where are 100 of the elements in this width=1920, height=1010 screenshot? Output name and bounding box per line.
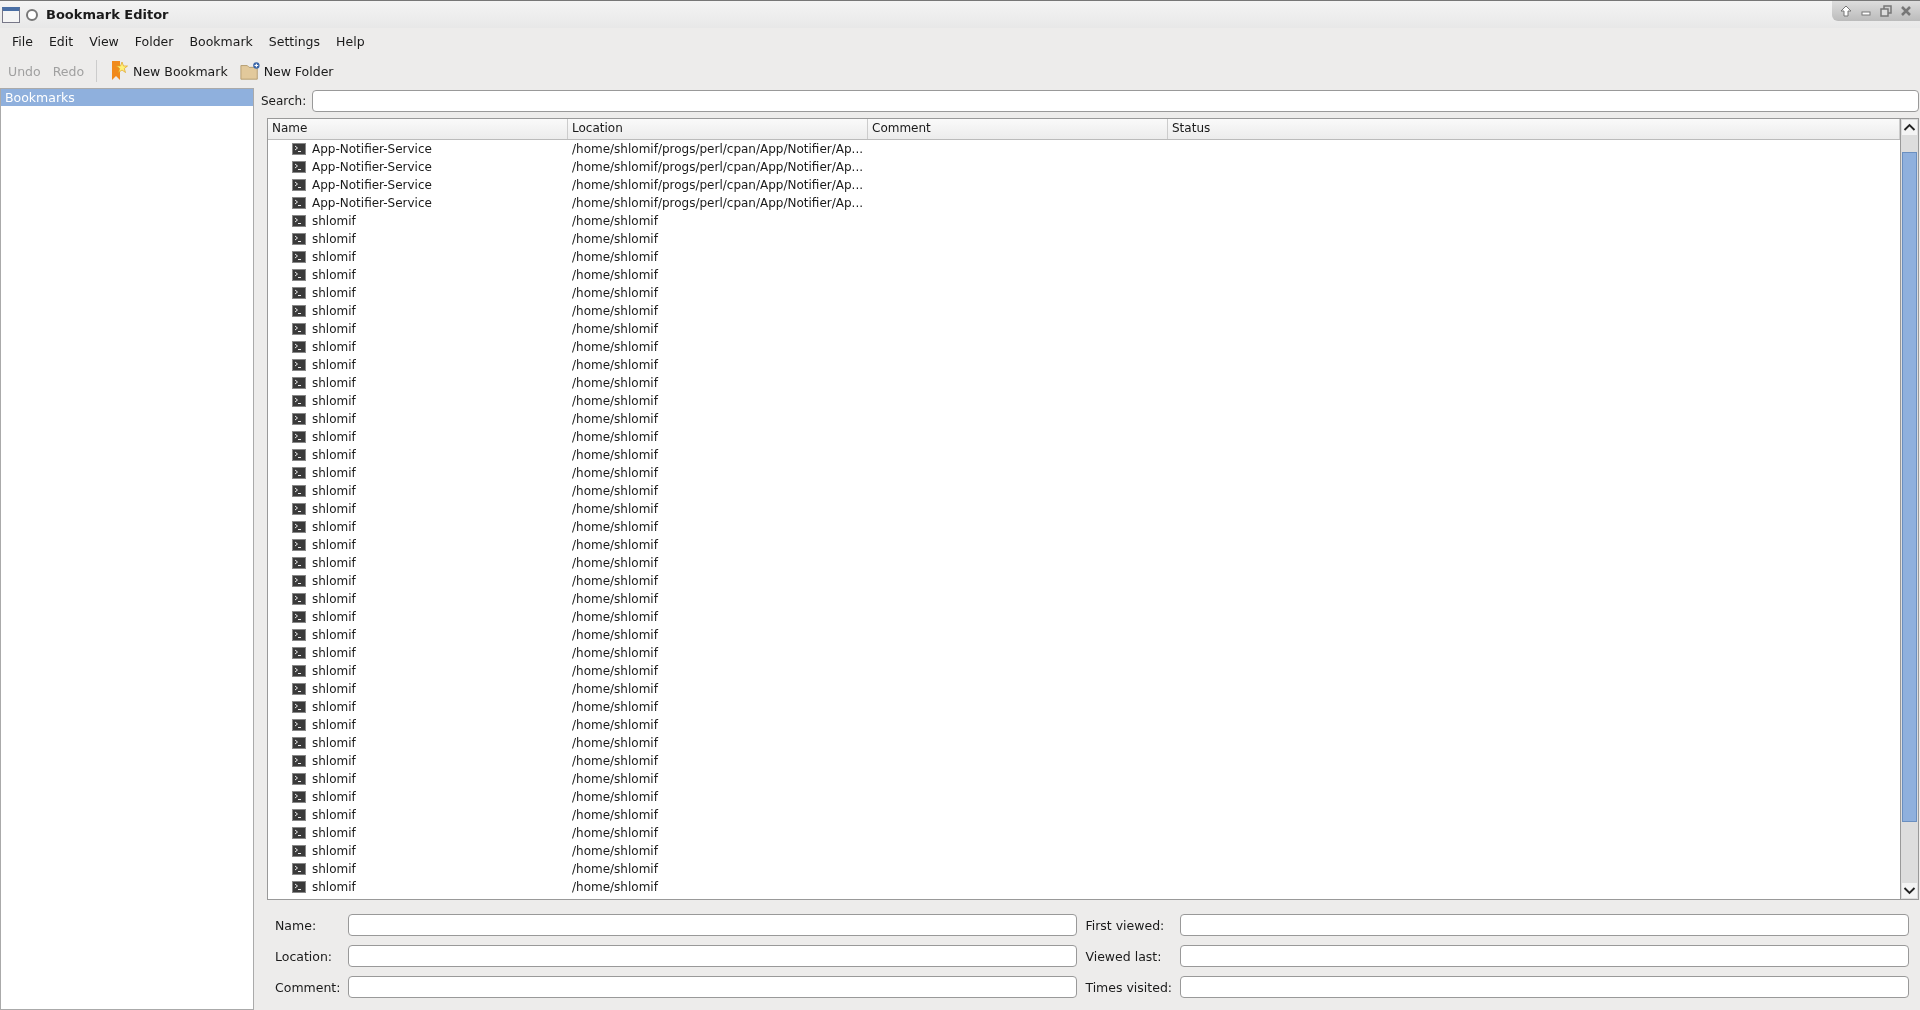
- table-cell: /home/shlomif: [572, 412, 658, 426]
- table-cell: shlomif: [312, 268, 356, 282]
- table-cell: shlomif: [312, 718, 356, 732]
- column-header[interactable]: Location: [568, 119, 868, 139]
- terminal-icon: [292, 863, 306, 875]
- window-icon[interactable]: [2, 6, 20, 23]
- table-cell: shlomif: [312, 862, 356, 876]
- table-cell: /home/shlomif: [572, 574, 658, 588]
- terminal-icon: [292, 647, 306, 659]
- table-cell: /home/shlomif: [572, 754, 658, 768]
- close-icon[interactable]: [1900, 5, 1912, 17]
- terminal-icon: [292, 845, 306, 857]
- field-label: Viewed last:: [1085, 948, 1163, 964]
- table-cell: /home/shlomif: [572, 394, 658, 408]
- terminal-icon: [292, 557, 306, 569]
- terminal-icon: [292, 827, 306, 839]
- table-cell: shlomif: [312, 700, 356, 714]
- table-cell: /home/shlomif: [572, 340, 658, 354]
- table-cell: /home/shlomif: [572, 538, 658, 552]
- field-label: First viewed:: [1085, 917, 1166, 933]
- table-cell: shlomif: [312, 448, 356, 462]
- table-cell: shlomif: [312, 394, 356, 408]
- terminal-icon: [292, 575, 306, 587]
- restore-icon[interactable]: [1880, 5, 1892, 17]
- column-header[interactable]: Name: [268, 119, 568, 139]
- table-cell: /home/shlomif: [572, 880, 658, 894]
- vertical-scrollbar[interactable]: [1900, 119, 1918, 899]
- terminal-icon: [292, 269, 306, 281]
- scroll-down-icon[interactable]: [1902, 883, 1917, 898]
- table-cell: /home/shlomif: [572, 376, 658, 390]
- table-cell: /home/shlomif: [572, 232, 658, 246]
- terminal-icon: [292, 503, 306, 515]
- menu-item[interactable]: Help: [328, 33, 373, 49]
- terminal-icon: [292, 485, 306, 497]
- table-cell: shlomif: [312, 502, 356, 516]
- table-cell: shlomif: [312, 574, 356, 588]
- table-cell: shlomif: [312, 556, 356, 570]
- table-cell: shlomif: [312, 340, 356, 354]
- terminal-icon: [292, 215, 306, 227]
- input-field[interactable]: [348, 945, 1078, 967]
- search-label: Search:: [261, 94, 307, 108]
- input-field[interactable]: [348, 976, 1078, 998]
- circle-icon[interactable]: [26, 8, 38, 21]
- table-cell: shlomif: [312, 736, 356, 750]
- table-cell: /home/shlomif: [572, 448, 658, 462]
- table-cell: shlomif: [312, 304, 356, 318]
- table-cell: shlomif: [312, 430, 356, 444]
- terminal-icon: [292, 593, 306, 605]
- table-cell: shlomif: [312, 610, 356, 624]
- menu-item[interactable]: Settings: [260, 33, 329, 49]
- menu-item[interactable]: Edit: [40, 33, 82, 49]
- table-cell: shlomif: [312, 790, 356, 804]
- table-cell: /home/shlomif: [572, 502, 658, 516]
- menu-item[interactable]: View: [81, 33, 127, 49]
- table-cell: shlomif: [312, 358, 356, 372]
- table-cell: /home/shlomif: [572, 268, 658, 282]
- menu-item[interactable]: File: [4, 33, 41, 49]
- input-field[interactable]: [1180, 914, 1909, 936]
- input-field[interactable]: [348, 914, 1078, 936]
- terminal-icon: [292, 377, 306, 389]
- terminal-icon: [292, 755, 306, 767]
- toolbar-button[interactable]: New Folder: [233, 56, 340, 86]
- terminal-icon: [292, 611, 306, 623]
- table-cell: /home/shlomif: [572, 862, 658, 876]
- table-cell: shlomif: [312, 844, 356, 858]
- table-cell: /home/shlomif: [572, 484, 658, 498]
- field-label: Times visited:: [1085, 979, 1173, 995]
- scroll-up-icon[interactable]: [1902, 120, 1917, 135]
- table-cell: /home/shlomif: [572, 664, 658, 678]
- bookmark-star-icon: [109, 60, 130, 82]
- table-cell: /home/shlomif: [572, 358, 658, 372]
- table-cell: /home/shlomif: [572, 304, 658, 318]
- table-cell: App-Notifier-Service: [312, 178, 432, 192]
- column-header[interactable]: Comment: [868, 119, 1168, 139]
- table-cell: shlomif: [312, 808, 356, 822]
- input-field[interactable]: [1180, 945, 1909, 967]
- terminal-icon: [292, 737, 306, 749]
- terminal-icon: [292, 539, 306, 551]
- table-cell: /home/shlomif: [572, 592, 658, 606]
- table-cell: /home/shlomif/progs/perl/cpan/App/Notifier/Ap...: [572, 142, 864, 156]
- menu-item[interactable]: Folder: [126, 33, 182, 49]
- table-cell: /home/shlomif: [572, 844, 658, 858]
- table-cell: shlomif: [312, 412, 356, 426]
- menu-item[interactable]: Bookmark: [181, 33, 261, 49]
- terminal-icon: [292, 341, 306, 353]
- table-cell: /home/shlomif: [572, 772, 658, 786]
- toolbar-button[interactable]: New Bookmark: [103, 56, 234, 86]
- input-field[interactable]: [1180, 976, 1909, 998]
- table-cell: /home/shlomif: [572, 556, 658, 570]
- table-cell: shlomif: [312, 322, 356, 336]
- terminal-icon: [292, 179, 306, 191]
- table-cell: shlomif: [312, 682, 356, 696]
- up-arrow-icon[interactable]: [1840, 5, 1852, 17]
- terminal-icon: [292, 881, 306, 893]
- table-cell: shlomif: [312, 754, 356, 768]
- terminal-icon: [292, 161, 306, 173]
- scrollbar-thumb[interactable]: [1902, 152, 1917, 822]
- search-field[interactable]: [312, 90, 1919, 112]
- terminal-icon: [292, 305, 306, 317]
- table-cell: /home/shlomif: [572, 700, 658, 714]
